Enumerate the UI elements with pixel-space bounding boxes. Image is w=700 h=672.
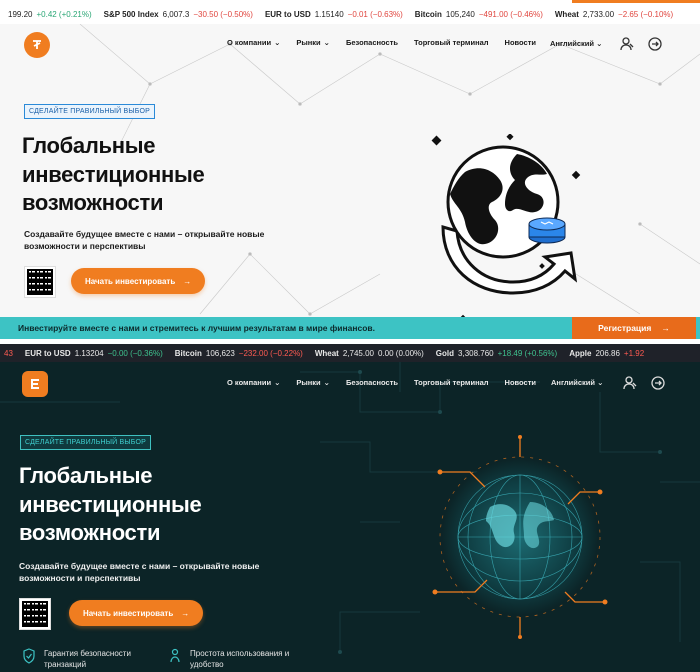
arrow-right-icon: →	[661, 323, 670, 333]
feature-security: Гарантия безопасности транзакций	[22, 648, 131, 670]
chevron-down-icon: ⌄	[323, 38, 330, 47]
logo-mark-icon	[31, 379, 39, 389]
user-friendly-icon	[170, 648, 180, 663]
hero-subtitle: Создавайте будущее вместе с нами – откры…	[19, 561, 260, 583]
brand-logo[interactable]	[22, 371, 48, 397]
nav-security[interactable]: Безопасность	[346, 38, 398, 47]
user-icon[interactable]	[619, 36, 635, 52]
ticker-item[interactable]: Bitcoin 106,623 −232.00 (−0.22%)	[175, 349, 303, 358]
chevron-down-icon: ⌄	[274, 378, 281, 387]
nav-terminal[interactable]: Торговый терминал	[414, 378, 489, 387]
ticker-item[interactable]: S&P 500 Index 6,007.3 −30.50 (−0.50%)	[104, 10, 253, 19]
feature-usability: Простота использования и удобство	[168, 648, 289, 670]
hero-light: О компании ⌄ Рынки ⌄ Безопасность Торговый…	[0, 24, 700, 318]
nav-news[interactable]: Новости	[505, 38, 536, 47]
nav-about[interactable]: О компании ⌄	[227, 378, 280, 387]
nav-security[interactable]: Безопасность	[346, 378, 398, 387]
ticker-item[interactable]: Apple 206.86 +1.92	[569, 349, 644, 358]
qr-code	[24, 266, 56, 298]
ticker-item[interactable]: Gold 3,308.760 +18.49 (+0.56%)	[436, 349, 557, 358]
ticker-item[interactable]: EUR to USD 1.15140 −0.01 (−0.63%)	[265, 10, 403, 19]
arrow-right-icon: →	[183, 276, 192, 286]
arrow-right-icon: →	[181, 608, 190, 618]
main-nav: О компании ⌄ Рынки ⌄ Безопасность Торговый…	[227, 38, 536, 47]
ticker-item[interactable]: Wheat 2,745.00 0.00 (0.00%)	[315, 349, 424, 358]
ticker-item[interactable]: EUR to USD 1.13204 −0.00 (−0.36%)	[25, 349, 163, 358]
language-select[interactable]: Английский ⌄	[550, 39, 602, 48]
login-icon[interactable]	[650, 375, 666, 391]
start-investing-button[interactable]: Начать инвестировать →	[69, 600, 204, 626]
ticker-item[interactable]: Bitcoin 105,240 −491.00 (−0.46%)	[415, 10, 543, 19]
top-accent-bar	[572, 0, 700, 3]
ticker-item[interactable]: Wheat 2,733.00 −2.65 (−0.10%)	[555, 10, 673, 19]
hero-dark: О компании ⌄ Рынки ⌄ Безопасность Торговый…	[0, 362, 700, 672]
main-nav: О компании ⌄ Рынки ⌄ Безопасность Торговый…	[227, 378, 536, 387]
glowing-globe-illustration	[432, 435, 608, 639]
tagline-badge: СДЕЛАЙТЕ ПРАВИЛЬНЫЙ ВЫБОР	[20, 435, 152, 450]
diamond-sparkles-decoration	[431, 134, 581, 318]
ticker-item[interactable]: 199.20 +0.42 (+0.21%)	[4, 10, 92, 19]
nav-terminal[interactable]: Торговый терминал	[414, 38, 489, 47]
ticker-top: 199.20 +0.42 (+0.21%) S&P 500 Index 6,007.…	[0, 4, 700, 24]
nav-news[interactable]: Новости	[505, 378, 536, 387]
hero-title: Глобальные инвестиционные возможности	[19, 463, 202, 545]
logo-mark-icon	[33, 40, 41, 49]
user-icon[interactable]	[622, 375, 638, 391]
login-icon[interactable]	[647, 36, 663, 52]
hero-title: Глобальные инвестиционные возможности	[22, 133, 205, 215]
chevron-down-icon: ⌄	[323, 378, 330, 387]
nav-markets[interactable]: Рынки ⌄	[296, 378, 330, 387]
shield-check-icon	[23, 648, 35, 664]
tagline-badge: СДЕЛАЙТЕ ПРАВИЛЬНЫЙ ВЫБОР	[24, 104, 156, 119]
register-button[interactable]: Регистрация →	[572, 317, 696, 339]
hero-subtitle: Создавайте будущее вместе с нами – откры…	[24, 229, 265, 251]
promo-text: Инвестируйте вместе с нами и стремитесь …	[18, 323, 376, 333]
chevron-down-icon: ⌄	[274, 38, 281, 47]
language-select[interactable]: Английский ⌄	[551, 378, 603, 387]
start-investing-button[interactable]: Начать инвестировать →	[71, 268, 206, 294]
nav-about[interactable]: О компании ⌄	[227, 38, 280, 47]
ticker-item[interactable]: 43	[4, 349, 13, 358]
nav-markets[interactable]: Рынки ⌄	[296, 38, 330, 47]
qr-code	[19, 598, 51, 630]
ticker-mid: 43 EUR to USD 1.13204 −0.00 (−0.36%) Bitco…	[0, 344, 700, 362]
brand-logo[interactable]	[24, 32, 50, 58]
